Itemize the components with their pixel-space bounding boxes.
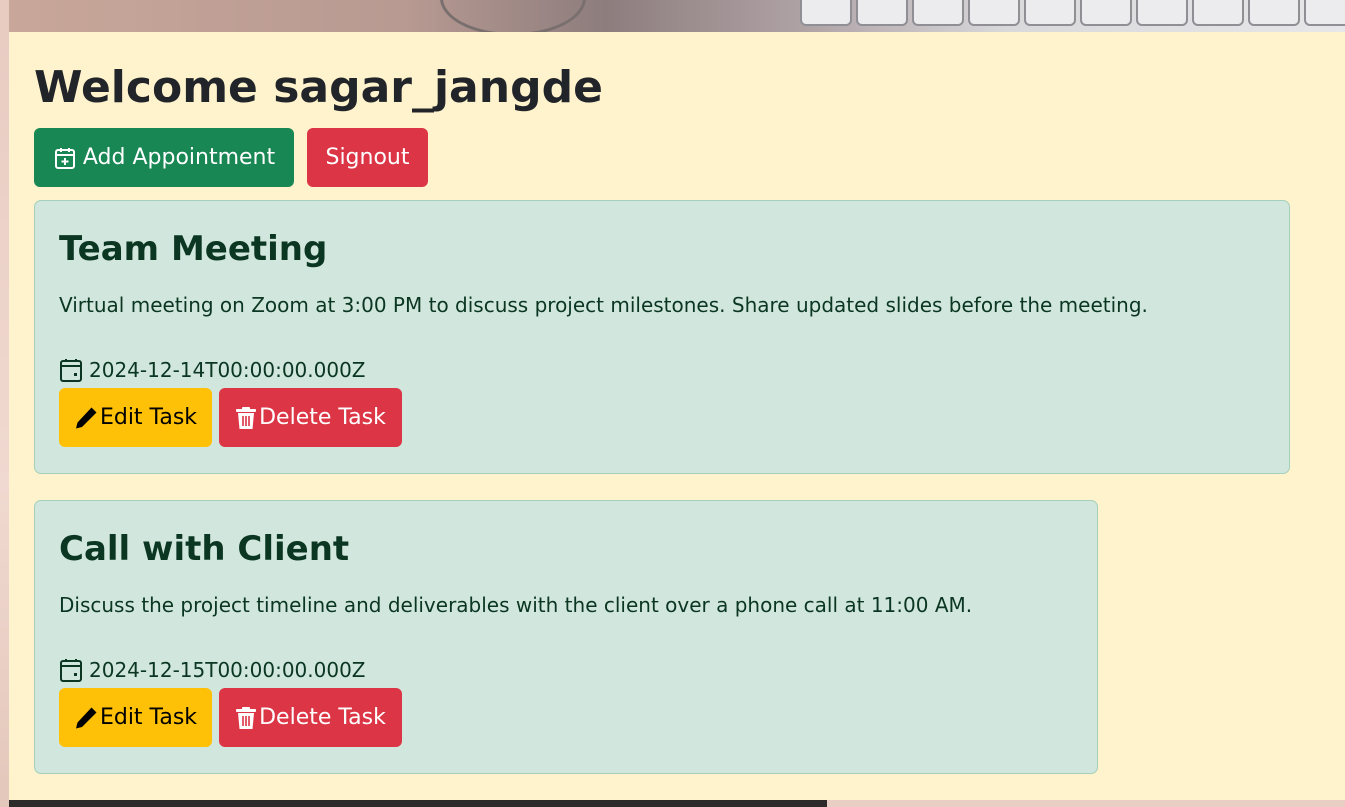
task-date: 2024-12-15T00:00:00.000Z xyxy=(59,657,366,683)
background-key xyxy=(1136,0,1188,26)
task-card: Team Meeting Virtual meeting on Zoom at … xyxy=(34,200,1290,474)
calendar-icon xyxy=(59,357,83,383)
background-key xyxy=(1304,0,1345,26)
delete-task-label: Delete Task xyxy=(259,705,386,730)
task-description: Virtual meeting on Zoom at 3:00 PM to di… xyxy=(59,293,1148,317)
task-date-text: 2024-12-14T00:00:00.000Z xyxy=(89,358,366,382)
calendar-plus-icon xyxy=(53,146,77,170)
dashboard-panel: Welcome sagar_jangde Add Appointment Sig… xyxy=(9,32,1345,800)
edit-task-button[interactable]: Edit Task xyxy=(59,388,212,447)
edit-task-label: Edit Task xyxy=(99,705,198,730)
background-key xyxy=(1192,0,1244,26)
trash-icon xyxy=(235,406,257,430)
signout-button[interactable]: Signout xyxy=(307,128,428,187)
edit-task-button[interactable]: Edit Task xyxy=(59,688,212,747)
calendar-icon xyxy=(59,657,83,683)
page-title: Welcome sagar_jangde xyxy=(34,62,603,113)
background-key xyxy=(968,0,1020,26)
delete-task-label: Delete Task xyxy=(259,405,386,430)
background-key xyxy=(1248,0,1300,26)
background-object xyxy=(440,0,586,32)
delete-task-button[interactable]: Delete Task xyxy=(219,688,402,747)
background-key xyxy=(1024,0,1076,26)
edit-task-label: Edit Task xyxy=(99,405,198,430)
add-appointment-label: Add Appointment xyxy=(82,145,276,170)
pencil-icon xyxy=(74,706,98,730)
signout-label: Signout xyxy=(325,145,410,170)
background-key xyxy=(856,0,908,26)
task-date: 2024-12-14T00:00:00.000Z xyxy=(59,357,366,383)
trash-icon xyxy=(235,706,257,730)
task-card: Call with Client Discuss the project tim… xyxy=(34,500,1098,774)
task-title: Call with Client xyxy=(59,529,350,569)
task-description: Discuss the project timeline and deliver… xyxy=(59,593,973,617)
background-key xyxy=(1080,0,1132,26)
background-key xyxy=(912,0,964,26)
pencil-icon xyxy=(74,406,98,430)
task-date-text: 2024-12-15T00:00:00.000Z xyxy=(89,658,366,682)
background-photo-left xyxy=(0,0,9,807)
task-title: Team Meeting xyxy=(59,229,328,269)
add-appointment-button[interactable]: Add Appointment xyxy=(34,128,294,187)
background-photo-top xyxy=(0,0,1345,32)
background-key xyxy=(800,0,852,26)
background-photo-bottom xyxy=(9,800,827,807)
delete-task-button[interactable]: Delete Task xyxy=(219,388,402,447)
